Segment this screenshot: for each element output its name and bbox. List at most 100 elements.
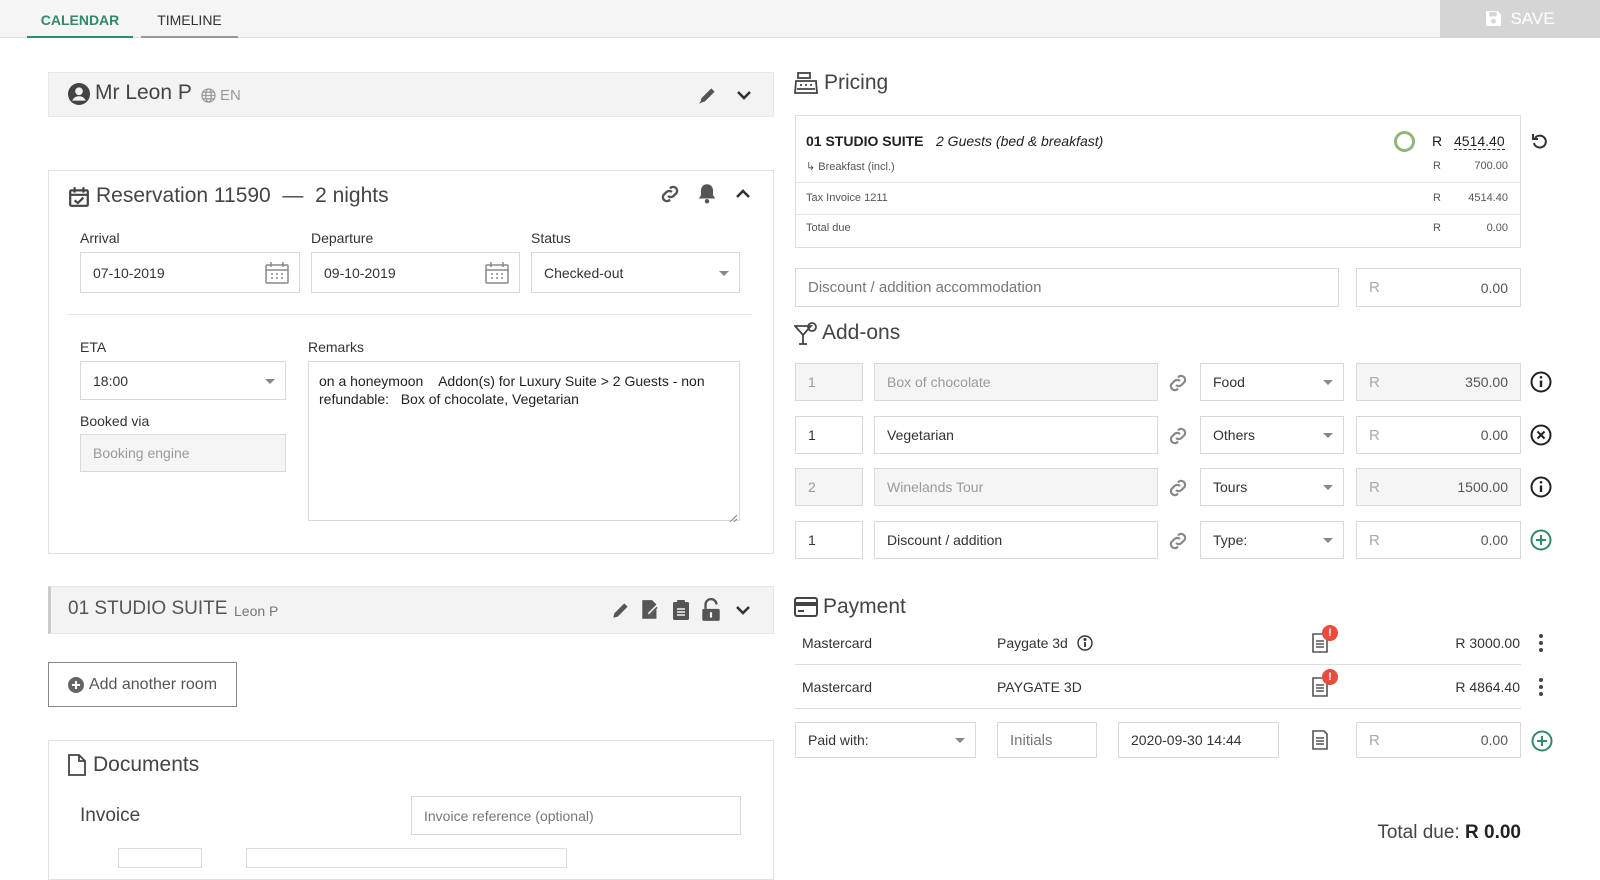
resize-handle-icon[interactable] bbox=[728, 510, 738, 528]
eta-select[interactable]: 18:00 bbox=[80, 361, 286, 400]
status-circle-icon[interactable] bbox=[1394, 131, 1415, 152]
currency: R bbox=[1433, 192, 1441, 204]
initials-input[interactable]: Initials bbox=[997, 722, 1097, 758]
cash-register-icon bbox=[794, 72, 818, 99]
paid-with-select[interactable]: Paid with: bbox=[795, 722, 976, 758]
pencil-icon[interactable] bbox=[610, 599, 632, 626]
payment-method: Mastercard bbox=[802, 635, 873, 651]
pricing-room: 01 STUDIO SUITE bbox=[806, 133, 924, 149]
receipt-icon[interactable] bbox=[1310, 729, 1330, 756]
booked-via-field[interactable]: Booking engine bbox=[80, 434, 286, 472]
remarks-label: Remarks bbox=[308, 339, 365, 355]
caret-down-icon bbox=[1323, 538, 1333, 543]
addon-name[interactable]: Box of chocolate bbox=[874, 363, 1158, 401]
credit-card-icon bbox=[794, 597, 818, 622]
link-icon[interactable] bbox=[1166, 529, 1190, 558]
addon-category-select[interactable]: Others bbox=[1200, 416, 1344, 454]
invoice-reference-input[interactable]: Invoice reference (optional) bbox=[411, 796, 741, 835]
unlock-icon[interactable] bbox=[701, 597, 721, 627]
tax-price: 4514.40 bbox=[1468, 192, 1508, 204]
payment-title: Payment bbox=[823, 595, 906, 618]
divider bbox=[68, 314, 752, 315]
info-icon[interactable] bbox=[1530, 371, 1552, 398]
link-icon[interactable] bbox=[1166, 476, 1190, 505]
globe-icon bbox=[201, 88, 216, 108]
addon-qty[interactable]: 1 bbox=[795, 416, 863, 454]
tab-timeline[interactable]: TIMELINE bbox=[141, 0, 238, 38]
room-guest: Leon P bbox=[234, 603, 279, 619]
discount-accommodation-input[interactable]: Discount / addition accommodation bbox=[795, 268, 1339, 307]
addon-price[interactable]: R 0.00 bbox=[1356, 521, 1521, 559]
addon-category-select[interactable]: Type: bbox=[1200, 521, 1344, 559]
link-icon[interactable] bbox=[658, 182, 682, 211]
departure-field[interactable]: 09-10-2019 bbox=[311, 252, 520, 293]
currency: R bbox=[1433, 222, 1441, 234]
documents-title: Documents bbox=[93, 753, 200, 776]
plus-circle-icon bbox=[67, 676, 84, 693]
undo-icon[interactable] bbox=[1531, 132, 1549, 155]
addon-name[interactable]: Winelands Tour bbox=[874, 468, 1158, 506]
addon-qty[interactable]: 1 bbox=[795, 521, 863, 559]
addon-name[interactable]: Vegetarian bbox=[874, 416, 1158, 454]
payment-amount: R 3000.00 bbox=[1455, 635, 1520, 651]
addon-category-select[interactable]: Tours bbox=[1200, 468, 1344, 506]
invoice-label: Invoice bbox=[80, 805, 141, 826]
status-select[interactable]: Checked-out bbox=[531, 252, 740, 293]
link-icon[interactable] bbox=[1166, 371, 1190, 400]
remarks-textarea[interactable]: on a honeymoon Addon(s) for Luxury Suite… bbox=[308, 361, 740, 521]
divider bbox=[796, 182, 1520, 183]
currency: R bbox=[1432, 133, 1443, 149]
pricing-guests: 2 Guests (bed & breakfast) bbox=[936, 133, 1104, 149]
eta-label: ETA bbox=[80, 339, 107, 355]
arrival-field[interactable]: 07-10-2019 bbox=[80, 252, 300, 293]
add-room-button[interactable]: Add another room bbox=[48, 662, 237, 707]
clipboard-icon[interactable] bbox=[671, 599, 691, 626]
more-vertical-icon[interactable] bbox=[1536, 634, 1546, 657]
payment-datetime-input[interactable]: 2020-09-30 14:44 bbox=[1118, 722, 1279, 758]
tab-calendar[interactable]: CALENDAR bbox=[27, 0, 133, 38]
document-field[interactable] bbox=[246, 848, 567, 868]
caret-down-icon bbox=[1323, 485, 1333, 490]
divider bbox=[796, 214, 1520, 215]
info-icon[interactable] bbox=[1077, 635, 1093, 656]
signature-icon[interactable] bbox=[639, 598, 663, 627]
floppy-icon bbox=[1485, 3, 1502, 41]
addon-price[interactable]: R 350.00 bbox=[1356, 363, 1521, 401]
link-icon[interactable] bbox=[1166, 424, 1190, 453]
addon-price[interactable]: R 1500.00 bbox=[1356, 468, 1521, 506]
total-due: Total due: R 0.00 bbox=[1377, 822, 1521, 843]
caret-down-icon bbox=[1323, 433, 1333, 438]
breakfast-price: 700.00 bbox=[1474, 160, 1508, 172]
chevron-down-icon[interactable] bbox=[734, 601, 752, 624]
room-price[interactable]: 4514.40 bbox=[1454, 133, 1505, 150]
bell-icon[interactable] bbox=[696, 182, 718, 209]
addon-price[interactable]: R 0.00 bbox=[1356, 416, 1521, 454]
payment-amount-input[interactable]: R 0.00 bbox=[1356, 722, 1521, 758]
payment-method: Mastercard bbox=[802, 679, 873, 695]
calendar-icon[interactable] bbox=[485, 262, 509, 287]
chevron-down-icon[interactable] bbox=[735, 86, 753, 109]
add-payment-icon[interactable] bbox=[1531, 730, 1553, 757]
guest-language: EN bbox=[220, 87, 241, 104]
discount-accommodation-amount[interactable]: R 0.00 bbox=[1356, 268, 1521, 307]
divider bbox=[795, 708, 1521, 709]
addon-qty[interactable]: 1 bbox=[795, 363, 863, 401]
remove-icon[interactable] bbox=[1530, 424, 1552, 451]
more-vertical-icon[interactable] bbox=[1536, 678, 1546, 701]
calendar-check-icon bbox=[68, 186, 90, 213]
pencil-icon[interactable] bbox=[697, 84, 719, 111]
divider bbox=[795, 664, 1521, 665]
addon-name[interactable]: Discount / addition bbox=[874, 521, 1158, 559]
info-icon[interactable] bbox=[1530, 476, 1552, 503]
addons-title: Add-ons bbox=[822, 321, 901, 344]
add-icon[interactable] bbox=[1530, 529, 1552, 556]
addon-qty[interactable]: 2 bbox=[795, 468, 863, 506]
save-button[interactable]: SAVE bbox=[1440, 0, 1600, 38]
caret-down-icon bbox=[1323, 380, 1333, 385]
document-field[interactable] bbox=[118, 848, 202, 868]
payment-amount: R 4864.40 bbox=[1455, 679, 1520, 695]
addon-category-select[interactable]: Food bbox=[1200, 363, 1344, 401]
calendar-icon[interactable] bbox=[265, 262, 289, 287]
payment-gateway: PAYGATE 3D bbox=[997, 679, 1082, 695]
chevron-up-icon[interactable] bbox=[734, 185, 752, 208]
